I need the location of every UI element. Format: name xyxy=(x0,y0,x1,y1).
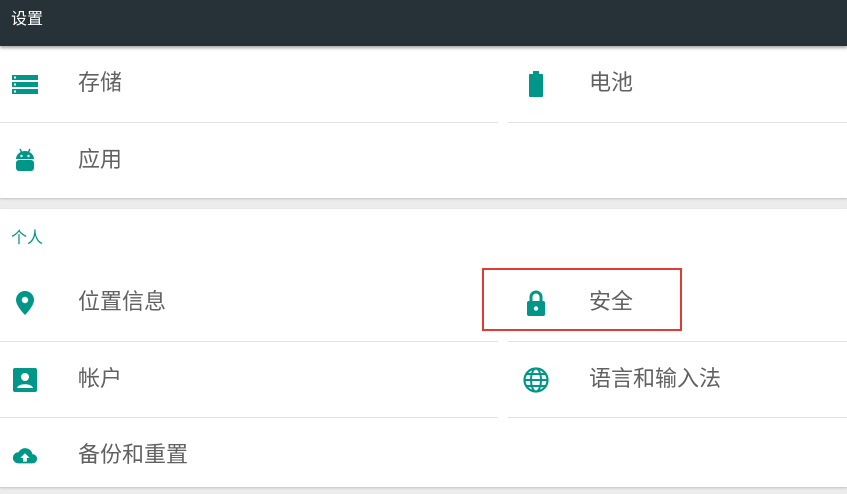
settings-item-battery[interactable]: 电池 xyxy=(508,46,847,122)
account-icon xyxy=(12,367,38,393)
storage-icon xyxy=(12,71,38,97)
settings-item-label: 位置信息 xyxy=(78,290,167,315)
settings-item-label: 备份和重置 xyxy=(78,443,189,468)
settings-item-apps[interactable]: 应用 xyxy=(0,123,498,199)
settings-item-label: 电池 xyxy=(589,71,634,96)
divider xyxy=(508,417,847,418)
settings-item-accounts[interactable]: 帐户 xyxy=(0,342,498,418)
settings-item-label: 应用 xyxy=(78,148,123,173)
divider xyxy=(508,122,847,123)
cloud-upload-icon xyxy=(12,443,38,469)
settings-item-label: 帐户 xyxy=(78,367,123,392)
personal-section: 个人 位置信息 安全 帐户 语言和输入法 备份和重置 xyxy=(0,209,847,487)
settings-item-storage[interactable]: 存储 xyxy=(0,46,498,122)
title-bar: 设置 xyxy=(0,0,847,46)
battery-icon xyxy=(523,71,549,97)
lock-icon xyxy=(523,290,549,316)
settings-item-backup-reset[interactable]: 备份和重置 xyxy=(0,418,498,494)
settings-item-label: 存储 xyxy=(78,71,123,96)
settings-item-label: 安全 xyxy=(589,290,634,315)
settings-item-security[interactable]: 安全 xyxy=(508,265,847,341)
settings-item-language-input[interactable]: 语言和输入法 xyxy=(508,342,847,418)
globe-icon xyxy=(523,367,549,393)
section-header: 个人 xyxy=(11,228,44,247)
settings-item-location[interactable]: 位置信息 xyxy=(0,265,498,341)
device-section: 存储 电池 应用 xyxy=(0,46,847,198)
location-icon xyxy=(12,290,38,316)
page-title: 设置 xyxy=(11,9,44,28)
android-icon xyxy=(12,148,38,174)
settings-item-label: 语言和输入法 xyxy=(589,367,722,392)
